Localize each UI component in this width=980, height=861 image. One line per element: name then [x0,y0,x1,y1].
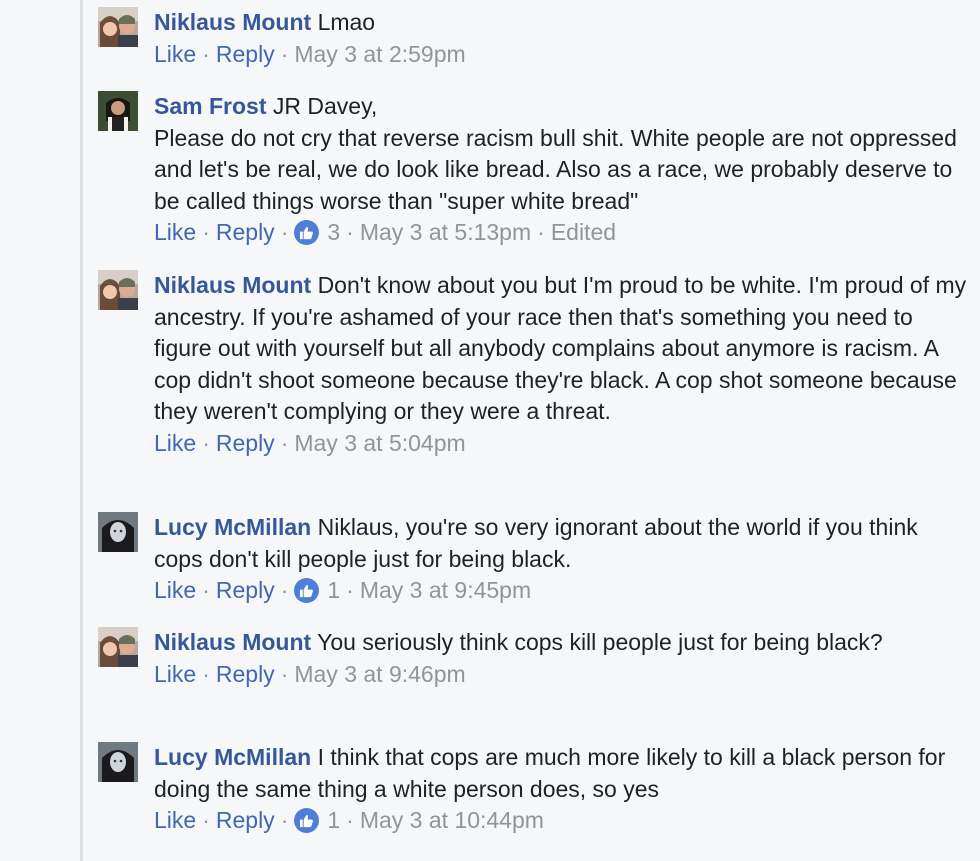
like-link[interactable]: Like [154,217,196,248]
separator: · [346,577,354,604]
avatar[interactable] [98,512,138,552]
comment-author[interactable]: Lucy McMillan [154,744,311,770]
separator: · [280,219,289,246]
comment-body: Sam Frost JR Davey, Please do not cry th… [154,91,968,217]
comment-body: Niklaus Mount Lmao [154,7,968,39]
comment-body: Niklaus Mount Don't know about you but I… [154,270,968,428]
comment-text: You seriously think cops kill people jus… [317,629,883,655]
reply-link[interactable]: Reply [216,217,275,248]
comment-actions: Like · Reply · May 3 at 2:59pm [154,39,968,70]
comment: Lucy McMillan I think that cops are much… [98,742,968,836]
separator: · [202,40,210,67]
comment-actions: Like · Reply · 1 · May 3 at 9:45pm [154,575,968,606]
comment-author[interactable]: Lucy McMillan [154,514,311,540]
like-link[interactable]: Like [154,575,196,606]
comment: Lucy McMillan Niklaus, you're so very ig… [98,512,968,606]
profile-photo-icon [98,512,138,552]
comment-actions: Like · Reply · May 3 at 9:46pm [154,659,968,690]
separator: · [280,807,289,834]
like-link[interactable]: Like [154,428,196,459]
edited-label[interactable]: Edited [551,217,616,248]
like-link[interactable]: Like [154,39,196,70]
profile-photo-icon [98,7,138,47]
thumbs-up-icon[interactable] [294,220,320,246]
comment: Niklaus Mount Don't know about you but I… [98,270,968,459]
thumbs-up-icon[interactable] [294,578,320,604]
comment-timestamp[interactable]: May 3 at 9:46pm [294,659,465,690]
profile-photo-icon [98,91,138,131]
thumbs-up-icon[interactable] [294,808,320,834]
comment-text: Lmao [317,9,376,35]
comment: Niklaus Mount Lmao Like · Reply · May 3 … [98,7,968,70]
like-link[interactable]: Like [154,805,196,836]
avatar[interactable] [98,7,138,47]
reply-link[interactable]: Reply [216,575,275,606]
comment-author[interactable]: Sam Frost [154,93,266,119]
separator: · [280,660,289,687]
profile-photo-icon [98,270,138,310]
avatar[interactable] [98,270,138,310]
profile-photo-icon [98,742,138,782]
separator: · [346,807,354,834]
separator: · [202,660,210,687]
comment-author[interactable]: Niklaus Mount [154,272,311,298]
comment-timestamp[interactable]: May 3 at 5:04pm [294,428,465,459]
separator: · [202,807,210,834]
profile-photo-icon [98,627,138,667]
comment-author[interactable]: Niklaus Mount [154,9,311,35]
comment-timestamp[interactable]: May 3 at 9:45pm [360,575,531,606]
like-count[interactable]: 1 [327,575,340,606]
avatar[interactable] [98,627,138,667]
comment-body: Lucy McMillan I think that cops are much… [154,742,968,805]
comment: Sam Frost JR Davey, Please do not cry th… [98,91,968,248]
like-link[interactable]: Like [154,659,196,690]
separator: · [537,219,545,246]
comment-body: Lucy McMillan Niklaus, you're so very ig… [154,512,968,575]
avatar[interactable] [98,742,138,782]
comment-timestamp[interactable]: May 3 at 5:13pm [360,217,531,248]
separator: · [202,577,210,604]
separator: · [202,429,210,456]
comment-actions: Like · Reply · May 3 at 5:04pm [154,428,968,459]
comment-text: JR Davey, Please do not cry that reverse… [154,93,957,214]
reply-link[interactable]: Reply [216,428,275,459]
comment: Niklaus Mount You seriously think cops k… [98,627,968,690]
reply-link[interactable]: Reply [216,805,275,836]
separator: · [280,429,289,456]
comment-timestamp[interactable]: May 3 at 2:59pm [294,39,465,70]
separator: · [280,40,289,67]
reply-link[interactable]: Reply [216,39,275,70]
reply-link[interactable]: Reply [216,659,275,690]
comment-actions: Like · Reply · 3 · May 3 at 5:13pm · Edi… [154,217,968,248]
comment-timestamp[interactable]: May 3 at 10:44pm [360,805,544,836]
like-count[interactable]: 3 [327,217,340,248]
reply-thread-line [80,0,83,861]
like-count[interactable]: 1 [327,805,340,836]
separator: · [346,219,354,246]
separator: · [280,577,289,604]
avatar[interactable] [98,91,138,131]
comment-actions: Like · Reply · 1 · May 3 at 10:44pm [154,805,968,836]
comment-body: Niklaus Mount You seriously think cops k… [154,627,968,659]
comment-author[interactable]: Niklaus Mount [154,629,311,655]
separator: · [202,219,210,246]
